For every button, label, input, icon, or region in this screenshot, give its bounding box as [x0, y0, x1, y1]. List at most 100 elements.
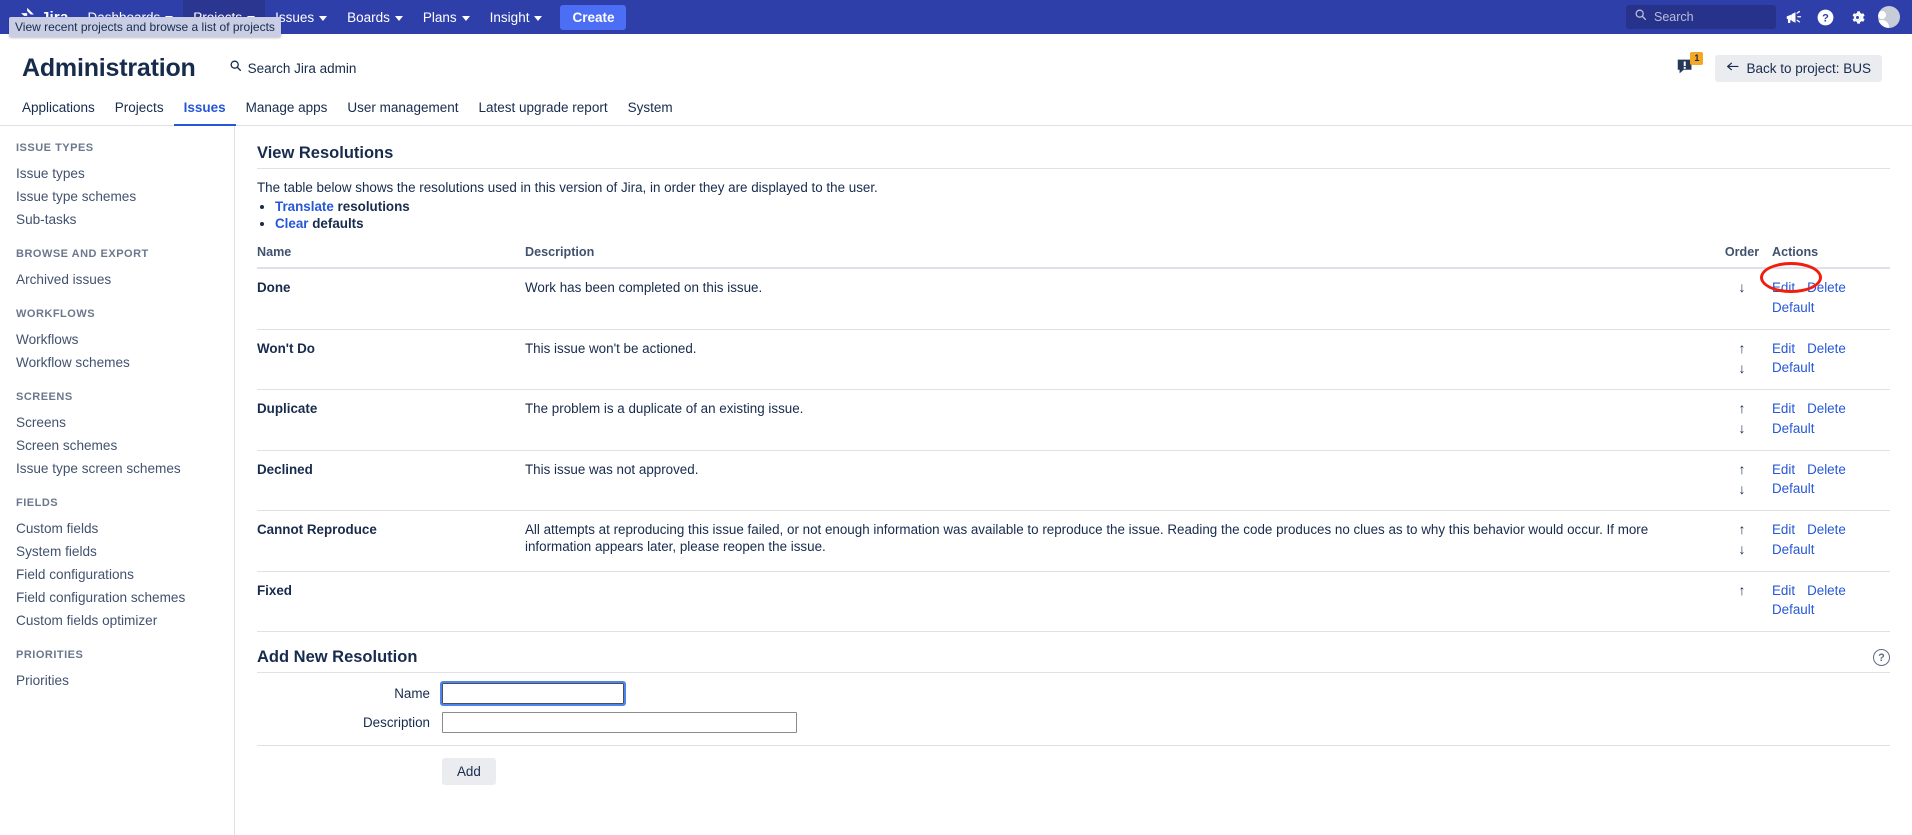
cell-actions: Edit Delete Default — [1772, 510, 1890, 572]
sidebar-item-issue-types[interactable]: Issue types — [0, 162, 234, 185]
clear-defaults-link[interactable]: Clear — [275, 216, 309, 231]
cell-description — [525, 571, 1712, 632]
action-links-primary: Edit Delete — [1772, 280, 1890, 297]
sidebar-item-archived-issues[interactable]: Archived issues — [0, 268, 234, 291]
help-icon[interactable]: ? — [1810, 2, 1840, 32]
chevron-down-icon — [319, 15, 328, 21]
tab-manage-apps[interactable]: Manage apps — [236, 100, 338, 126]
order-arrows: ↓ — [1712, 280, 1772, 294]
sidebar-item-custom-fields[interactable]: Custom fields — [0, 517, 234, 540]
sidebar-item-screen-schemes[interactable]: Screen schemes — [0, 434, 234, 457]
action-links-secondary: Default — [1772, 360, 1890, 377]
default-link[interactable]: Default — [1772, 421, 1814, 436]
default-link[interactable]: Default — [1772, 542, 1814, 557]
table-row: Duplicate The problem is a duplicate of … — [257, 389, 1890, 451]
back-to-project-button[interactable]: Back to project: BUS — [1715, 54, 1882, 82]
delete-link[interactable]: Delete — [1807, 401, 1846, 418]
nav-item-plans-label: Plans — [422, 9, 457, 25]
settings-icon[interactable] — [1842, 2, 1872, 32]
move-down-arrow-icon[interactable]: ↓ — [1739, 542, 1746, 556]
nav-item-boards[interactable]: Boards — [337, 0, 413, 34]
delete-link[interactable]: Delete — [1807, 583, 1846, 600]
edit-link[interactable]: Edit — [1772, 583, 1795, 600]
tab-applications[interactable]: Applications — [22, 100, 105, 126]
add-new-resolution-section: Add New Resolution ? Name Description Ad… — [257, 648, 1890, 785]
global-search-input[interactable]: Search — [1626, 5, 1776, 29]
cell-actions: Edit Delete Default — [1760, 262, 1890, 330]
name-input[interactable] — [440, 681, 626, 706]
nav-item-insight-label: Insight — [489, 9, 530, 25]
sidebar-item-issue-type-screen-schemes[interactable]: Issue type screen schemes — [0, 457, 234, 480]
delete-link[interactable]: Delete — [1807, 280, 1846, 297]
nav-item-issues-label: Issues — [275, 9, 315, 25]
edit-link[interactable]: Edit — [1772, 401, 1795, 418]
add-button[interactable]: Add — [442, 758, 496, 785]
sidebar-item-system-fields[interactable]: System fields — [0, 540, 234, 563]
move-down-arrow-icon[interactable]: ↓ — [1739, 482, 1746, 496]
edit-link[interactable]: Edit — [1772, 341, 1795, 358]
move-up-arrow-icon[interactable]: ↑ — [1739, 583, 1746, 597]
sidebar-item-issue-type-schemes[interactable]: Issue type schemes — [0, 185, 234, 208]
tab-system[interactable]: System — [618, 100, 683, 126]
action-links-secondary: Default — [1772, 542, 1890, 559]
help-icon[interactable]: ? — [1873, 649, 1890, 666]
edit-link[interactable]: Edit — [1772, 522, 1795, 539]
default-link[interactable]: Default — [1772, 481, 1814, 496]
sidebar-item-field-configuration-schemes[interactable]: Field configuration schemes — [0, 586, 234, 609]
sidebar-item-priorities[interactable]: Priorities — [0, 669, 234, 692]
tab-issues[interactable]: Issues — [173, 100, 236, 126]
sidebar-group-title: PRIORITIES — [16, 649, 84, 661]
translate-resolutions-link[interactable]: Translate — [275, 199, 334, 214]
move-down-arrow-icon[interactable]: ↓ — [1739, 280, 1746, 294]
edit-link[interactable]: Edit — [1772, 462, 1795, 479]
section-title: View Resolutions — [257, 144, 1890, 169]
nav-item-insight[interactable]: Insight — [480, 0, 553, 34]
move-down-arrow-icon[interactable]: ↓ — [1739, 421, 1746, 435]
table-row: Declined This issue was not approved. ↑ … — [257, 450, 1890, 511]
move-down-arrow-icon[interactable]: ↓ — [1739, 361, 1746, 375]
nav-item-plans[interactable]: Plans — [413, 0, 480, 34]
move-up-arrow-icon[interactable]: ↑ — [1739, 401, 1746, 415]
cell-actions: Edit Delete Default — [1772, 329, 1890, 390]
delete-link[interactable]: Delete — [1807, 522, 1846, 539]
sidebar-item-workflow-schemes[interactable]: Workflow schemes — [0, 351, 234, 374]
default-link[interactable]: Default — [1772, 360, 1814, 375]
global-search-placeholder: Search — [1654, 10, 1694, 24]
search-icon — [229, 59, 242, 77]
admin-header: Administration Search Jira admin 1 Back — [0, 34, 1912, 90]
page-title: Administration — [22, 53, 196, 82]
cell-description: The problem is a duplicate of an existin… — [525, 389, 1712, 451]
move-up-arrow-icon[interactable]: ↑ — [1739, 341, 1746, 355]
tab-projects[interactable]: Projects — [105, 100, 174, 126]
notification-icon[interactable]: 1 — [1675, 52, 1704, 80]
edit-link[interactable]: Edit — [1772, 280, 1795, 297]
action-links-secondary: Default — [1772, 300, 1890, 317]
nav-item-boards-label: Boards — [347, 9, 390, 25]
search-icon — [1634, 8, 1647, 26]
sidebar-item-sub-tasks[interactable]: Sub-tasks — [0, 208, 234, 231]
form-submit-row: Add — [257, 758, 1890, 785]
avatar[interactable] — [1874, 2, 1904, 32]
page-body: ISSUE TYPES Issue types Issue type schem… — [0, 126, 1912, 835]
announcement-icon[interactable] — [1778, 2, 1808, 32]
sidebar-item-field-configurations[interactable]: Field configurations — [0, 563, 234, 586]
tab-user-management[interactable]: User management — [337, 100, 468, 126]
delete-link[interactable]: Delete — [1807, 462, 1846, 479]
sidebar-item-custom-fields-optimizer[interactable]: Custom fields optimizer — [0, 609, 234, 632]
delete-link[interactable]: Delete — [1807, 341, 1846, 358]
chevron-down-icon — [534, 15, 543, 21]
default-link[interactable]: Default — [1772, 602, 1814, 617]
default-link[interactable]: Default — [1772, 300, 1814, 315]
top-nav-right-group: Search ? — [1626, 0, 1904, 34]
admin-search-input[interactable]: Search Jira admin — [229, 59, 356, 77]
admin-header-actions: 1 Back to project: BUS — [1675, 52, 1890, 82]
sidebar-item-workflows[interactable]: Workflows — [0, 328, 234, 351]
table-row: Fixed ↑ Edit Delete Default — [257, 571, 1890, 632]
tab-latest-upgrade-report[interactable]: Latest upgrade report — [468, 100, 617, 126]
form-row-description: Description — [257, 712, 1890, 733]
create-button[interactable]: Create — [560, 4, 627, 30]
move-up-arrow-icon[interactable]: ↑ — [1739, 522, 1746, 536]
description-input[interactable] — [442, 712, 797, 733]
sidebar-item-screens[interactable]: Screens — [0, 411, 234, 434]
move-up-arrow-icon[interactable]: ↑ — [1739, 462, 1746, 476]
